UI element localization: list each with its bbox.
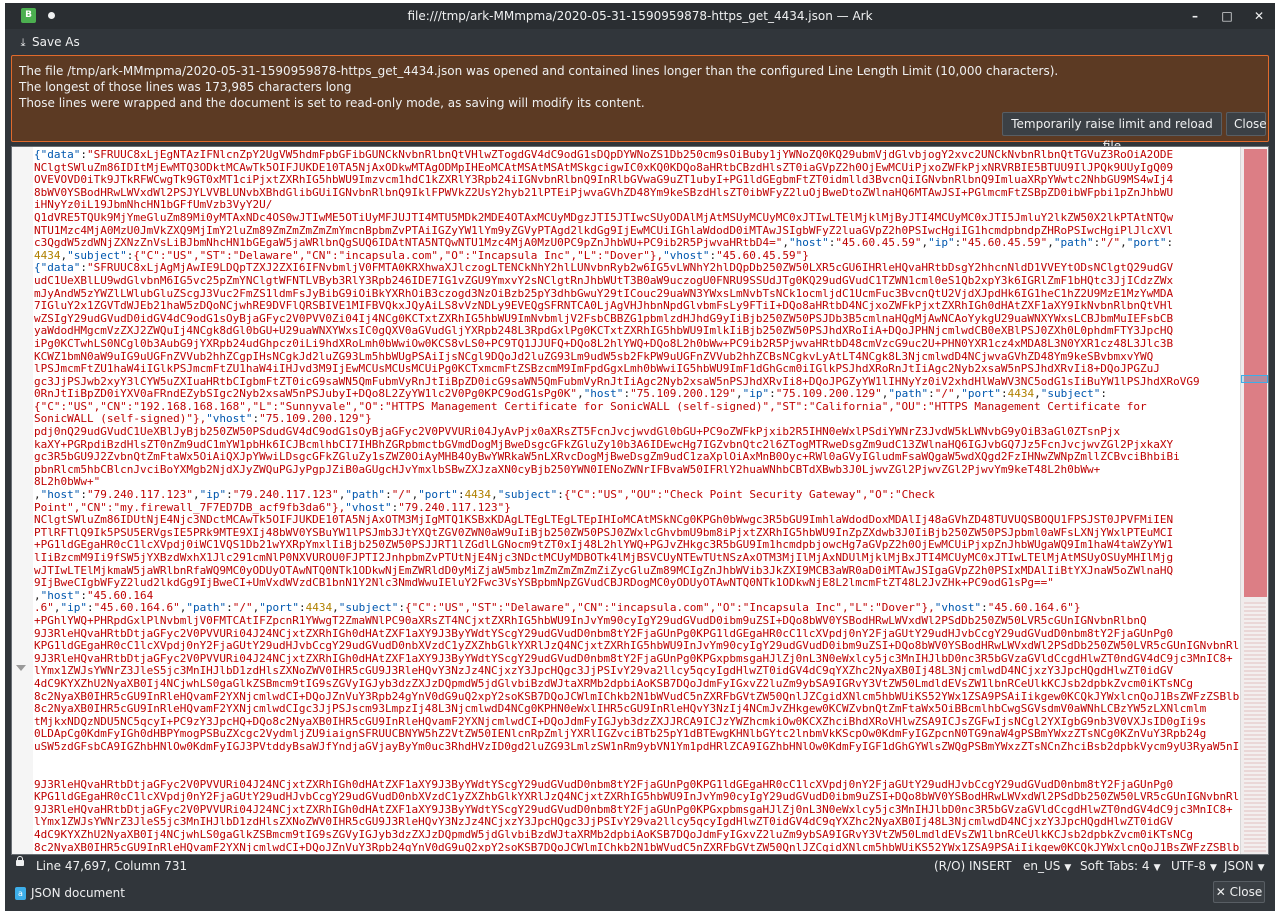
save-as-label: Save As	[32, 35, 80, 49]
read-only-lock-icon	[16, 856, 24, 866]
code-line: 8c2NyaXB0IHR5cGU9InRleHQvamF2YXNjcmlwdCI…	[34, 840, 1240, 852]
maximize-button[interactable]: □	[1217, 3, 1237, 29]
status-bar: Line 47,697, Column 731 (R/O) INSERT en_…	[5, 855, 1275, 877]
close-icon: ✕	[1215, 885, 1226, 899]
editor-gutter	[12, 147, 33, 854]
syntax-mode-selector[interactable]: JSON ▼	[1224, 859, 1265, 873]
window-frame: B file:///tmp/ark-MMmpma/2020-05-31-1590…	[5, 3, 1275, 911]
chevron-down-icon: ▼	[1064, 863, 1072, 873]
chevron-down-icon: ▼	[1209, 863, 1217, 873]
banner-line-1: The file /tmp/ark-MMmpma/2020-05-31-1590…	[19, 64, 1059, 78]
code-line: uSW5zdGFsbCA9IGZhbHNlOw0KdmFyIGJ3PVtddyB…	[34, 739, 1240, 753]
toolbar: ⤓ Save As	[5, 29, 1275, 55]
code-line: pbnRlcm5hbCBlcnJvciBoYXMgb2NjdXJyZWQuPGJ…	[34, 462, 1101, 476]
save-as-button[interactable]: ⤓ Save As	[17, 33, 80, 51]
dictionary-selector[interactable]: en_US ▼	[1023, 859, 1071, 873]
window-close-button[interactable]: ✕	[1249, 3, 1269, 29]
save-as-icon: ⤓	[20, 36, 26, 49]
close-document-button[interactable]: ✕ Close	[1213, 881, 1265, 903]
cursor-position[interactable]: Line 47,697, Column 731	[36, 859, 187, 873]
banner-line-2: The longest of those lines was 173,985 c…	[19, 80, 352, 94]
banner-close-button[interactable]: Close	[1226, 112, 1267, 136]
indentation-label: Soft Tabs: 4	[1080, 859, 1150, 873]
app-window: B file:///tmp/ark-MMmpma/2020-05-31-1590…	[0, 0, 1280, 916]
minimize-button[interactable]: –	[1185, 3, 1205, 29]
window-title: file:///tmp/ark-MMmpma/2020-05-31-159095…	[407, 9, 873, 23]
line-length-warning-banner: The file /tmp/ark-MMmpma/2020-05-31-1590…	[11, 55, 1269, 153]
input-mode[interactable]: (R/O) INSERT	[934, 859, 1012, 873]
raise-limit-reload-button[interactable]: Temporarily raise limit and reload file	[1002, 112, 1222, 153]
document-type-label: JSON document	[31, 886, 125, 900]
encoding-selector[interactable]: UTF-8 ▼	[1171, 859, 1217, 873]
minimap-scrollbar[interactable]	[1240, 147, 1268, 854]
code-line: 9IjBweCIgbWFyZ2lud2lkdGg9IjBweCI+UmVxdWV…	[34, 576, 1054, 590]
document-info-bar: a JSON document ✕ Close	[5, 877, 1275, 911]
code-view[interactable]: {"data":"SFRUUC8xLjEgNTAzIFNlcnZpY2UgVW5…	[34, 149, 1240, 852]
minimap-highlight	[1244, 149, 1267, 597]
fold-marker-icon[interactable]	[16, 665, 26, 671]
text-editor[interactable]: {"data":"SFRUUC8xLjEgNTAzIFNlcnZpY2UgVW5…	[11, 146, 1269, 855]
dictionary-label: en_US	[1023, 859, 1061, 873]
syntax-mode-label: JSON	[1224, 859, 1254, 873]
chevron-down-icon: ▼	[1153, 863, 1161, 873]
encoding-label: UTF-8	[1171, 859, 1206, 873]
close-document-label: Close	[1229, 885, 1263, 899]
banner-line-3: Those lines were wrapped and the documen…	[19, 96, 645, 110]
minimap-viewport-handle[interactable]	[1241, 375, 1268, 383]
minimap-text-preview	[1244, 602, 1266, 852]
chevron-down-icon: ▼	[1257, 863, 1265, 873]
json-document-icon: a	[15, 887, 26, 900]
indentation-selector[interactable]: Soft Tabs: 4 ▼	[1080, 859, 1160, 873]
title-bar[interactable]: B file:///tmp/ark-MMmpma/2020-05-31-1590…	[5, 3, 1275, 29]
